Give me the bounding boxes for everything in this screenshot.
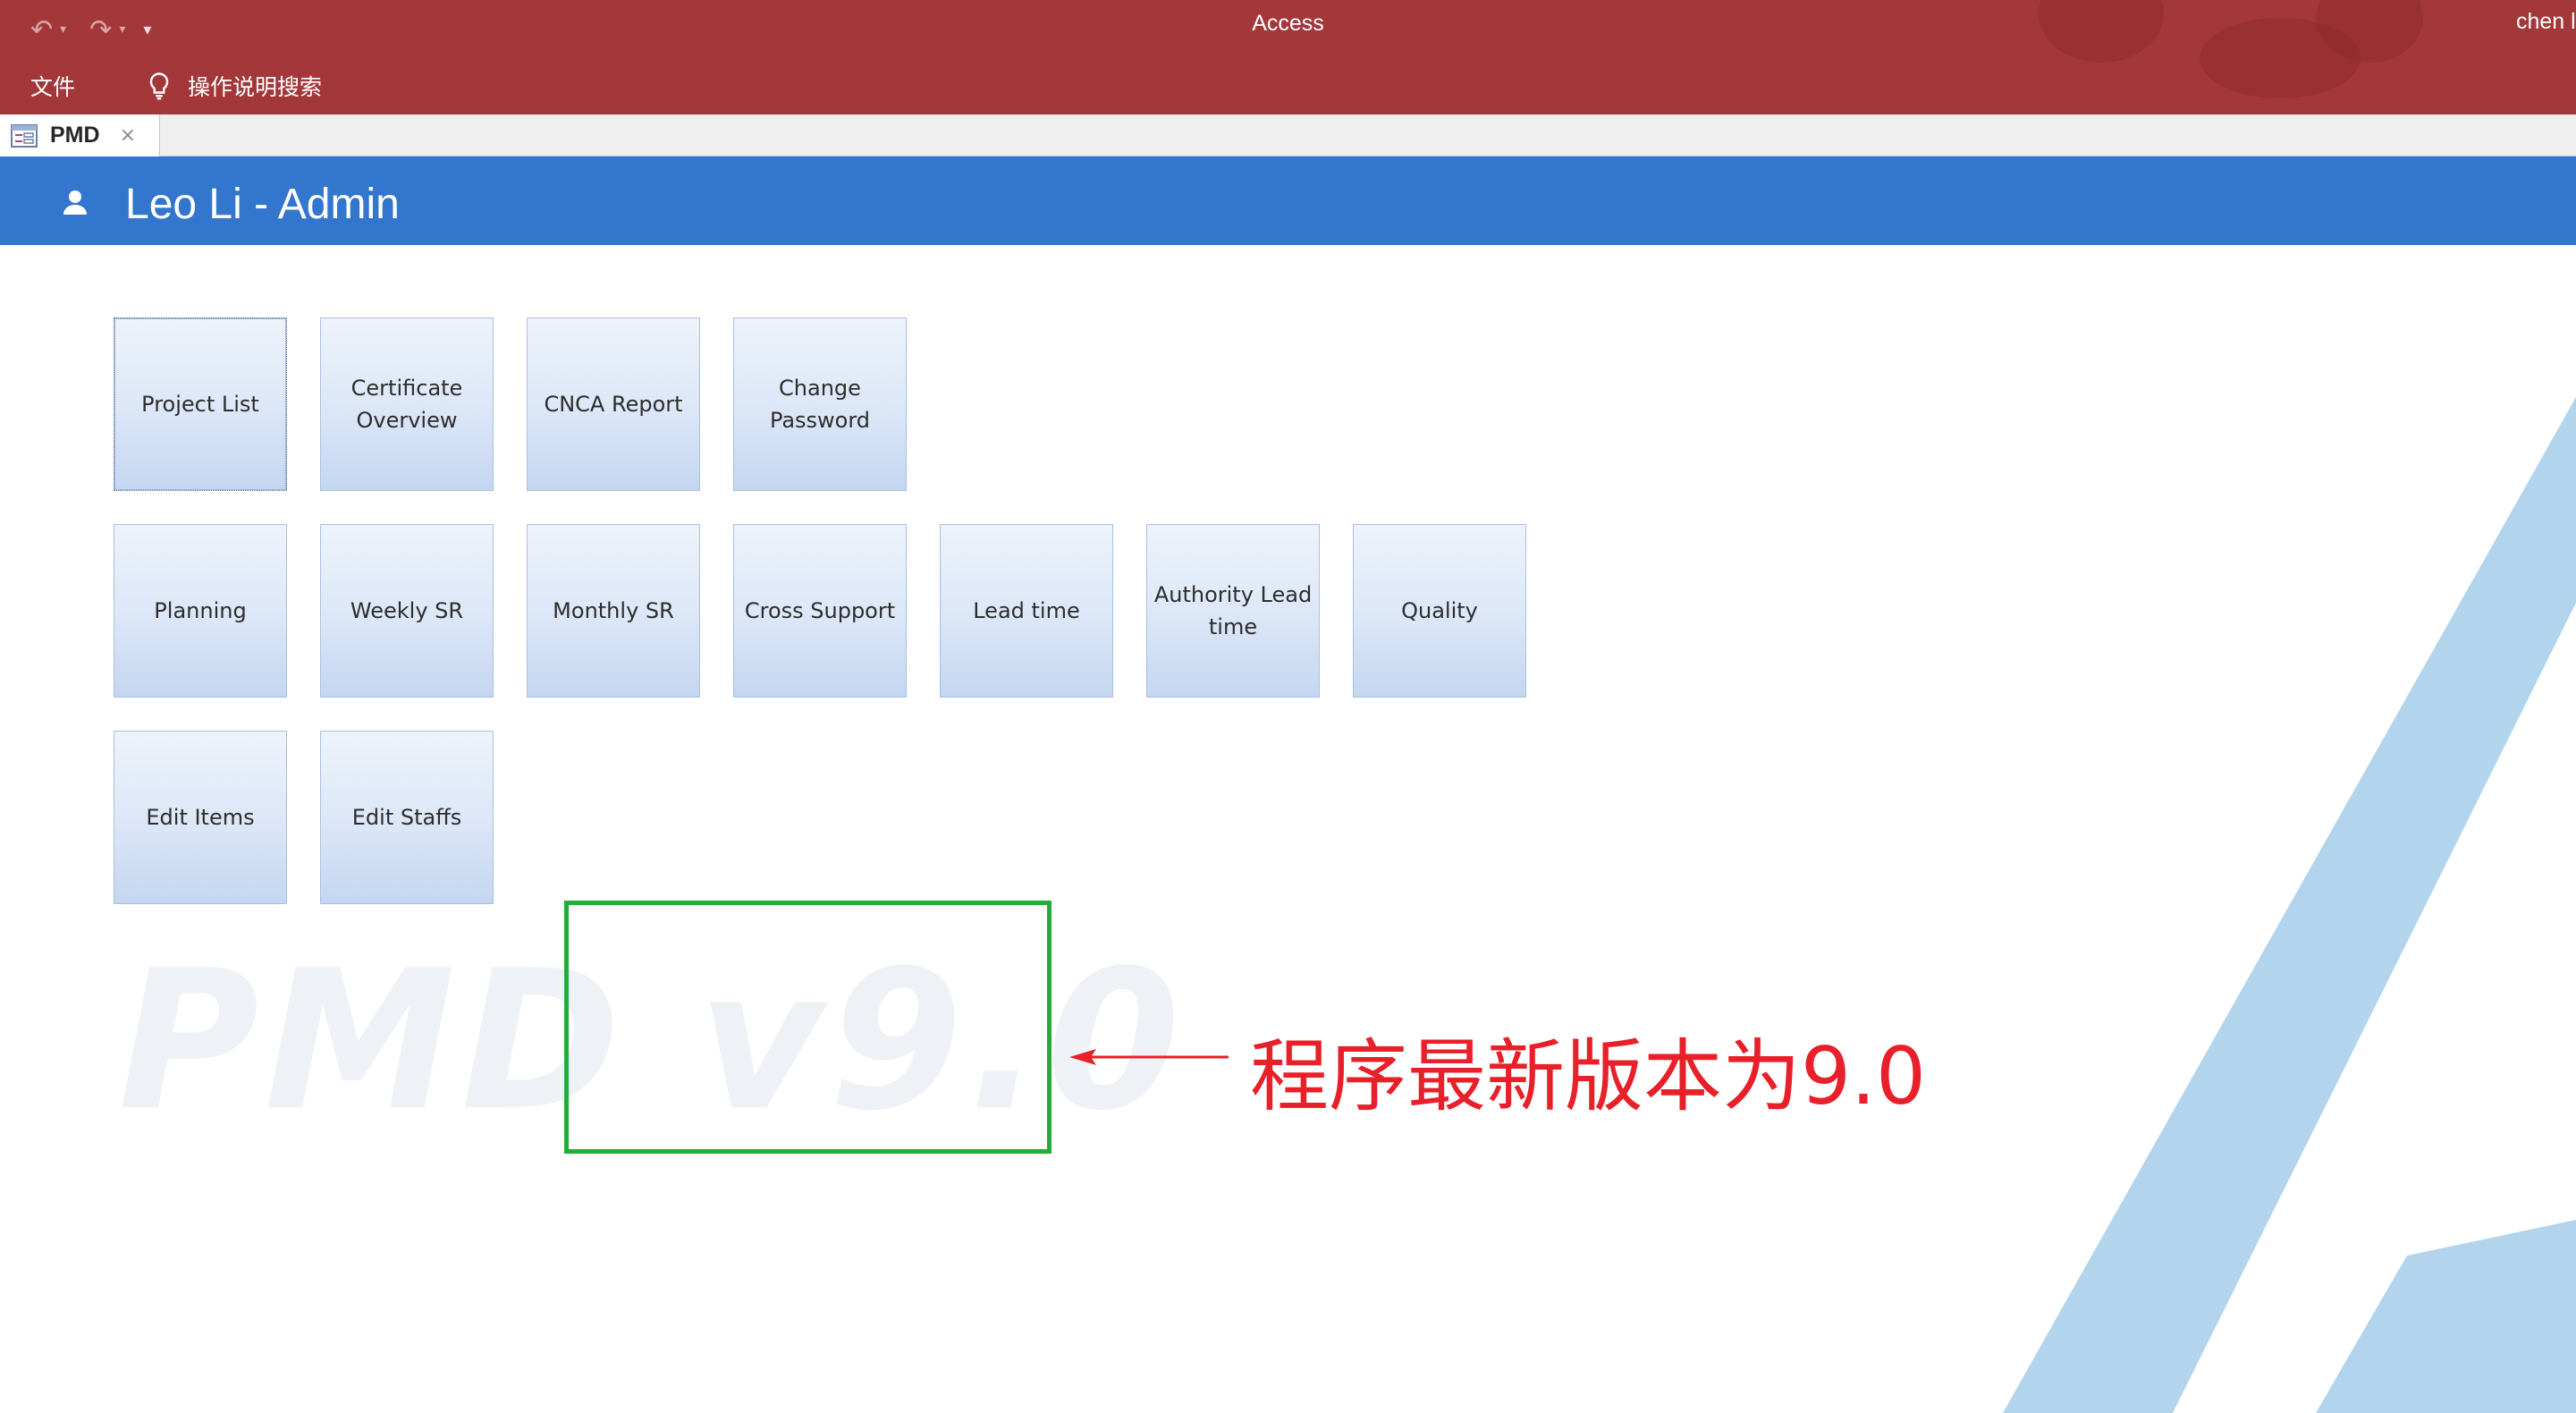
app-title: Access — [1252, 11, 1324, 36]
weekly-sr-button[interactable]: Weekly SR — [320, 524, 494, 698]
file-menu[interactable]: 文件 — [30, 70, 75, 102]
annotation-text: 程序最新版本为9.0 — [1250, 1030, 1926, 1122]
lightbulb-icon — [149, 72, 169, 100]
tab-label: PMD — [50, 123, 100, 148]
form-header: Leo Li - Admin — [0, 157, 2576, 245]
cnca-report-button[interactable]: CNCA Report — [527, 317, 700, 491]
page-title: Leo Li - Admin — [125, 181, 400, 228]
edit-staffs-button[interactable]: Edit Staffs — [320, 731, 494, 904]
planning-button[interactable]: Planning — [114, 524, 287, 698]
highlight-box — [564, 901, 1052, 1154]
edit-items-button[interactable]: Edit Items — [114, 731, 287, 904]
quality-button[interactable]: Quality — [1353, 524, 1526, 698]
lead-time-button[interactable]: Lead time — [940, 524, 1113, 698]
change-password-button[interactable]: Change Password — [733, 317, 907, 491]
annotation-arrow — [1069, 1049, 1229, 1065]
document-tab-strip: PMD × — [0, 114, 2576, 157]
project-list-button[interactable]: Project List — [114, 317, 287, 491]
monthly-sr-button[interactable]: Monthly SR — [527, 524, 700, 698]
tell-me-search[interactable]: 操作说明搜索 — [143, 70, 322, 102]
title-bar: ↶ ▾ ↷ ▾ ▾ Access chen l 文件 操作说明搜索 — [0, 0, 2576, 114]
signed-in-user[interactable]: chen l — [2516, 9, 2576, 35]
close-icon[interactable]: × — [120, 124, 136, 147]
tab-pmd[interactable]: PMD × — [0, 114, 160, 157]
form-icon — [11, 123, 38, 148]
user-icon — [63, 190, 87, 215]
tell-me-label: 操作说明搜索 — [188, 74, 323, 100]
authority-lead-time-button[interactable]: Authority Lead time — [1146, 524, 1320, 698]
certificate-overview-button[interactable]: Certificate Overview — [320, 317, 494, 491]
cross-support-button[interactable]: Cross Support — [733, 524, 907, 698]
ribbon-menu: 文件 操作说明搜索 — [30, 68, 322, 104]
